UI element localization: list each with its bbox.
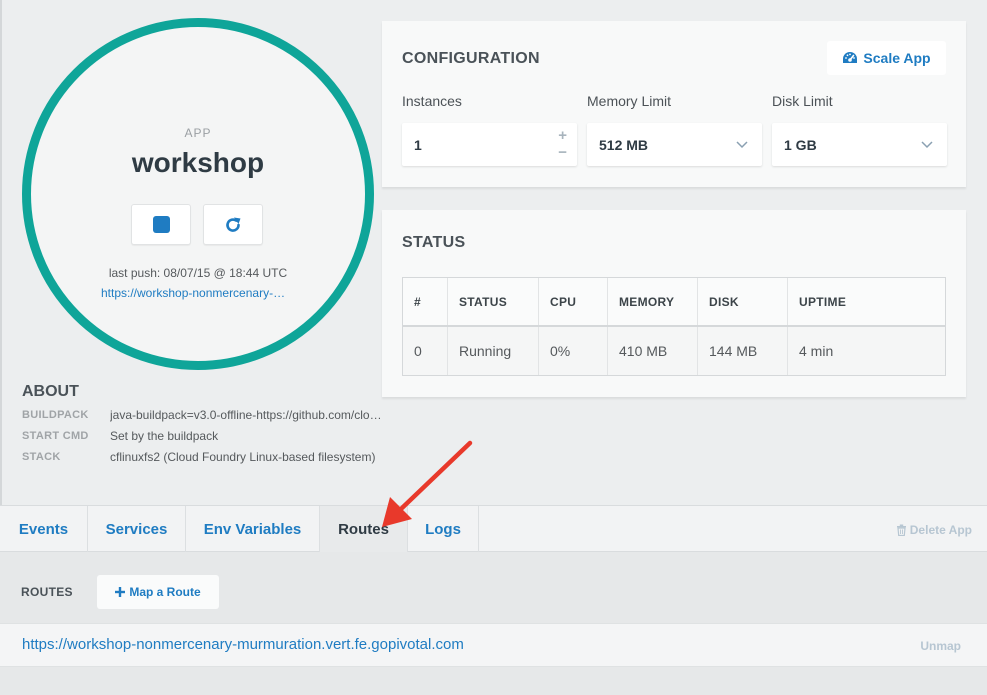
restart-app-button[interactable] (203, 204, 263, 245)
app-name: workshop (131, 147, 265, 178)
status-panel: STATUS # STATUS CPU MEMORY DISK UPTIME 0… (382, 210, 966, 397)
about-row-buildpack: BUILDPACK java-buildpack=v3.0-offline-ht… (22, 408, 382, 426)
tab-services[interactable]: Services (88, 506, 186, 552)
column-header: MEMORY (608, 278, 698, 325)
scale-app-label: Scale App (863, 50, 931, 66)
stop-app-button[interactable] (131, 204, 191, 245)
status-table: # STATUS CPU MEMORY DISK UPTIME 0 Runnin… (402, 277, 946, 376)
unmap-button[interactable]: Unmap (920, 639, 961, 653)
about-key: STACK (22, 451, 61, 463)
delete-app-label: Delete App (909, 523, 972, 537)
left-rule (0, 0, 2, 505)
configuration-title: CONFIGURATION (402, 50, 540, 67)
status-title: STATUS (402, 234, 466, 251)
map-route-label: Map a Route (129, 585, 201, 599)
column-header: UPTIME (799, 294, 847, 309)
routes-section: ROUTES Map a Route https://workshop-nonm… (0, 552, 987, 695)
about-value: Set by the buildpack (110, 429, 219, 443)
delete-app-button[interactable]: Delete App (896, 523, 972, 537)
column-header: STATUS (448, 278, 539, 325)
tab-logs[interactable]: Logs (408, 506, 479, 552)
about-value: java-buildpack=v3.0-offline-https://gith… (110, 408, 382, 422)
instances-value: 1 (414, 136, 422, 153)
increment-icon[interactable]: + (558, 127, 567, 144)
app-label: APP (184, 126, 212, 140)
table-row: 0 Running 0% 410 MB 144 MB 4 min (403, 327, 945, 375)
column-header: DISK (698, 278, 788, 325)
instances-label: Instances (402, 93, 462, 109)
list-item: https://workshop-nonmercenary-murmuratio… (0, 623, 987, 667)
map-route-button[interactable]: Map a Route (97, 575, 219, 609)
table-cell: Running (448, 327, 539, 375)
configuration-panel: CONFIGURATION Scale App Instances Memory… (382, 21, 966, 187)
disk-limit-value: 1 GB (784, 136, 817, 153)
table-cell: 144 MB (698, 327, 788, 375)
about-row-start-cmd: START CMD Set by the buildpack (22, 429, 382, 447)
about-value: cflinuxfs2 (Cloud Foundry Linux-based fi… (110, 450, 376, 464)
chevron-down-icon (921, 141, 933, 149)
disk-limit-select[interactable]: 1 GB (772, 123, 947, 166)
status-table-header: # STATUS CPU MEMORY DISK UPTIME (403, 278, 945, 327)
memory-limit-value: 512 MB (599, 136, 649, 153)
decrement-icon[interactable]: − (558, 144, 567, 161)
plus-icon (115, 587, 126, 597)
disk-limit-label: Disk Limit (772, 93, 833, 109)
about-title: ABOUT (22, 383, 79, 400)
restart-icon (226, 217, 241, 232)
chevron-down-icon (736, 141, 748, 149)
dashboard-icon (843, 52, 858, 63)
instances-stepper[interactable]: 1 + − (402, 123, 577, 166)
about-key: START CMD (22, 430, 89, 442)
column-header: CPU (539, 278, 608, 325)
column-header: # (403, 278, 448, 325)
tab-routes[interactable]: Routes (320, 506, 408, 553)
table-cell: 0 (403, 327, 448, 375)
app-summary-circle: APP workshop last push: 08/07/15 @ 18:44… (22, 18, 374, 370)
about-key: BUILDPACK (22, 409, 89, 421)
tab-events[interactable]: Events (0, 506, 88, 552)
trash-icon (896, 524, 906, 536)
last-push-text: last push: 08/07/15 @ 18:44 UTC (108, 266, 288, 280)
memory-limit-select[interactable]: 512 MB (587, 123, 762, 166)
routes-label: ROUTES (21, 585, 73, 599)
about-row-stack: STACK cflinuxfs2 (Cloud Foundry Linux-ba… (22, 450, 382, 468)
memory-limit-label: Memory Limit (587, 93, 672, 109)
tab-bar: Events Services Env Variables Routes Log… (0, 505, 987, 553)
table-cell: 0% (539, 327, 608, 375)
table-cell: 410 MB (608, 327, 698, 375)
scale-app-button[interactable]: Scale App (827, 41, 946, 75)
table-cell: 4 min (799, 343, 834, 359)
stop-icon (152, 216, 170, 233)
app-url-link[interactable]: https://workshop-nonmercenary-murmuratio… (101, 286, 295, 300)
route-url-link[interactable]: https://workshop-nonmercenary-murmuratio… (22, 636, 464, 653)
tab-env-variables[interactable]: Env Variables (186, 506, 320, 552)
